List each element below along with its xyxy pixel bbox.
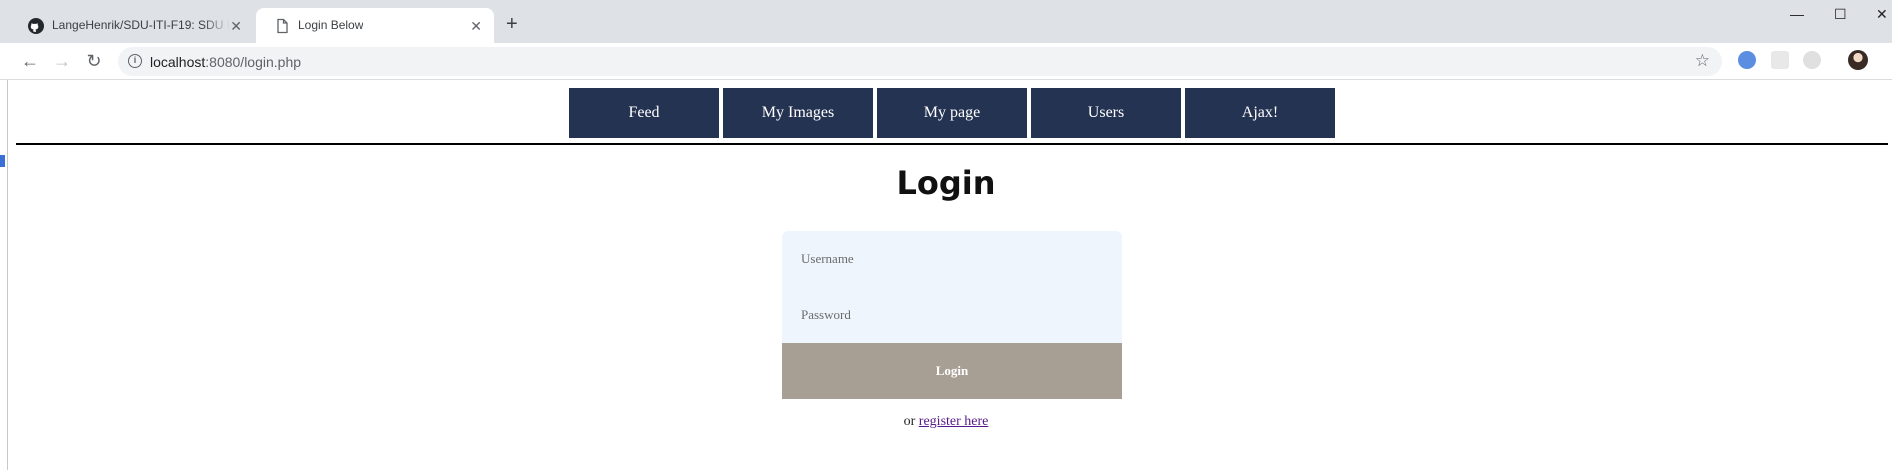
browser-toolbar: ← → ↻ i localhost:8080/login.php ☆ xyxy=(0,43,1892,80)
nav-feed[interactable]: Feed xyxy=(569,88,719,138)
window-edge xyxy=(0,80,8,470)
address-url: localhost:8080/login.php xyxy=(150,54,302,70)
forward-icon[interactable]: → xyxy=(52,51,72,71)
profile-avatar[interactable] xyxy=(1848,50,1868,70)
page-icon xyxy=(277,18,288,34)
address-bar[interactable]: i localhost:8080/login.php ☆ xyxy=(118,47,1722,76)
browser-tab-login[interactable]: Login Below ✕ xyxy=(256,8,494,43)
new-tab-icon[interactable]: + xyxy=(506,14,518,34)
close-icon[interactable]: ✕ xyxy=(470,18,482,34)
username-field[interactable] xyxy=(782,231,1122,287)
extension-icon[interactable] xyxy=(1803,51,1821,69)
extension-icon[interactable] xyxy=(1771,51,1789,69)
nav-my-page[interactable]: My page xyxy=(877,88,1027,138)
login-button[interactable]: Login xyxy=(782,343,1122,399)
nav-my-images[interactable]: My Images xyxy=(723,88,873,138)
register-line: or register here xyxy=(0,414,1892,430)
maximize-icon[interactable]: ☐ xyxy=(1834,6,1847,23)
browser-tab-github[interactable]: LangeHenrik/SDU-ITI-F19: SDU Internet ✕ xyxy=(10,8,254,43)
site-info-icon[interactable]: i xyxy=(128,54,142,68)
nav-divider xyxy=(16,143,1888,145)
close-icon[interactable]: ✕ xyxy=(230,18,242,34)
register-link[interactable]: register here xyxy=(919,414,989,429)
password-field[interactable] xyxy=(782,287,1122,343)
browser-tab-title: Login Below xyxy=(298,18,364,32)
minimize-icon[interactable]: — xyxy=(1790,6,1804,22)
browser-tabstrip: LangeHenrik/SDU-ITI-F19: SDU Internet ✕ … xyxy=(0,0,1892,43)
site-nav: Feed My Images My page Users Ajax! xyxy=(569,88,1339,138)
page-title: Login xyxy=(896,164,996,202)
back-icon[interactable]: ← xyxy=(20,51,40,71)
browser-tab-title: LangeHenrik/SDU-ITI-F19: SDU Internet xyxy=(52,18,230,32)
github-icon xyxy=(28,18,44,34)
nav-users[interactable]: Users xyxy=(1031,88,1181,138)
extension-icon[interactable] xyxy=(1738,51,1756,69)
close-window-icon[interactable]: ✕ xyxy=(1876,6,1888,23)
login-form: Login xyxy=(782,231,1122,399)
bookmark-star-icon[interactable]: ☆ xyxy=(1695,51,1710,71)
reload-icon[interactable]: ↻ xyxy=(84,51,104,71)
nav-ajax[interactable]: Ajax! xyxy=(1185,88,1335,138)
register-prefix: or xyxy=(903,414,916,429)
